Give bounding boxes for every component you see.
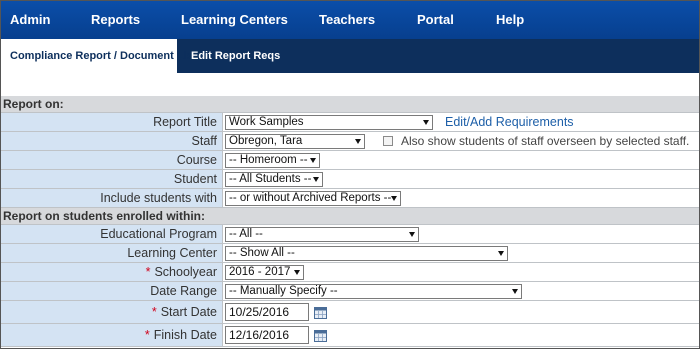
start-date-cell: 10/25/2016 [223,301,699,323]
report-title-cell: Work Samples Edit/Add Requirements [223,113,699,131]
date-range-cell: -- Manually Specify -- [223,282,699,300]
finish-date-label: * Finish Date [1,324,223,346]
tab-edit-report-reqs[interactable]: Edit Report Reqs [191,39,280,73]
chevron-down-icon [355,138,361,144]
course-value: -- Homeroom -- [229,153,308,166]
date-range-value: -- Manually Specify -- [229,284,338,297]
report-title-value: Work Samples [229,115,304,128]
staff-select[interactable]: Obregon, Tara [225,133,365,149]
student-label: Student [1,170,223,188]
row-educational-program: Educational Program -- All -- [1,225,699,244]
tab-compliance-report[interactable]: Compliance Report / Document List [1,39,196,73]
learning-center-label: Learning Center [1,244,223,262]
required-marker: * [151,305,157,319]
report-form: Report on: Report Title Work Samples Edi… [1,96,699,347]
course-cell: -- Homeroom -- [223,151,699,169]
staff-label: Staff [1,132,223,150]
chevron-down-icon [391,195,397,201]
schoolyear-label-text: Schoolyear [154,265,217,279]
nav-teachers[interactable]: Teachers [319,12,375,27]
top-navigation: Admin Reports Learning Centers Teachers … [1,1,699,39]
chevron-down-icon [409,231,415,237]
finish-date-input[interactable]: 12/16/2016 [225,326,309,344]
include-students-select[interactable]: -- or without Archived Reports -- [225,190,401,206]
learning-center-select[interactable]: -- Show All -- [225,245,508,261]
course-select[interactable]: -- Homeroom -- [225,152,320,168]
app-window: Admin Reports Learning Centers Teachers … [0,0,700,349]
row-course: Course -- Homeroom -- [1,151,699,170]
schoolyear-value: 2016 - 2017 [229,265,291,278]
section-report-on: Report on: [1,96,699,113]
nav-help[interactable]: Help [496,12,524,27]
staff-overseen-checkbox-label: Also show students of staff overseen by … [401,134,690,148]
row-schoolyear: * Schoolyear 2016 - 2017 [1,263,699,282]
start-date-input[interactable]: 10/25/2016 [225,303,309,321]
section-enrolled-within: Report on students enrolled within: [1,208,699,225]
row-start-date: * Start Date 10/25/2016 [1,301,699,324]
row-finish-date: * Finish Date 12/16/2016 [1,324,699,347]
edit-add-requirements-link[interactable]: Edit/Add Requirements [445,115,574,129]
educational-program-value: -- All -- [229,227,263,240]
finish-date-label-text: Finish Date [153,328,217,342]
educational-program-select[interactable]: -- All -- [225,226,419,242]
row-date-range: Date Range -- Manually Specify -- [1,282,699,301]
row-report-title: Report Title Work Samples Edit/Add Requi… [1,113,699,132]
date-range-label: Date Range [1,282,223,300]
row-include-students: Include students with -- or without Arch… [1,189,699,208]
calendar-icon[interactable] [314,329,327,342]
student-value: -- All Students -- [229,172,312,185]
row-staff: Staff Obregon, Tara Also show students o… [1,132,699,151]
sub-navigation: Compliance Report / Document List Edit R… [1,39,699,73]
schoolyear-label: * Schoolyear [1,263,223,281]
nav-portal[interactable]: Portal [417,12,454,27]
student-cell: -- All Students -- [223,170,699,188]
student-select[interactable]: -- All Students -- [225,171,323,187]
nav-admin[interactable]: Admin [10,12,50,27]
chevron-down-icon [423,119,429,125]
row-learning-center: Learning Center -- Show All -- [1,244,699,263]
finish-date-cell: 12/16/2016 [223,324,699,346]
start-date-label-text: Start Date [160,305,217,319]
nav-reports[interactable]: Reports [91,12,140,27]
include-students-label: Include students with [1,189,223,207]
chevron-down-icon [498,250,504,256]
chevron-down-icon [294,269,300,275]
educational-program-label: Educational Program [1,225,223,243]
educational-program-cell: -- All -- [223,225,699,243]
include-students-cell: -- or without Archived Reports -- [223,189,699,207]
include-students-value: -- or without Archived Reports -- [229,191,392,204]
calendar-icon[interactable] [314,306,327,319]
schoolyear-select[interactable]: 2016 - 2017 [225,264,304,280]
report-title-label: Report Title [1,113,223,131]
nav-learning-centers[interactable]: Learning Centers [181,12,288,27]
chevron-down-icon [313,176,319,182]
required-marker: * [145,265,151,279]
staff-cell: Obregon, Tara Also show students of staf… [223,132,699,150]
schoolyear-cell: 2016 - 2017 [223,263,699,281]
spacer [1,73,699,96]
chevron-down-icon [310,157,316,163]
staff-value: Obregon, Tara [229,134,303,147]
chevron-down-icon [512,288,518,294]
required-marker: * [144,328,150,342]
learning-center-cell: -- Show All -- [223,244,699,262]
staff-overseen-checkbox[interactable] [383,136,393,146]
row-student: Student -- All Students -- [1,170,699,189]
learning-center-value: -- Show All -- [229,246,295,259]
date-range-select[interactable]: -- Manually Specify -- [225,283,522,299]
report-title-select[interactable]: Work Samples [225,114,433,130]
start-date-label: * Start Date [1,301,223,323]
course-label: Course [1,151,223,169]
